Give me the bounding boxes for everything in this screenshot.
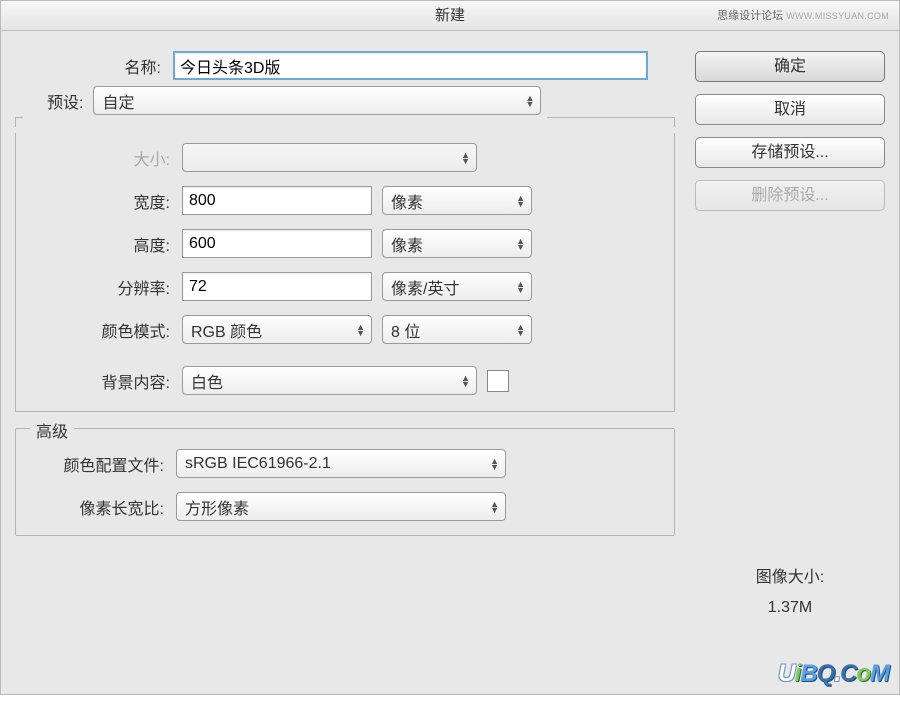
height-label: 高度: bbox=[24, 232, 182, 256]
size-dropdown: ▲▼ bbox=[182, 143, 477, 172]
stepper-icon: ▲▼ bbox=[356, 324, 365, 336]
color-mode-label: 颜色模式: bbox=[24, 318, 182, 342]
stepper-icon: ▲▼ bbox=[516, 324, 525, 336]
cancel-button[interactable]: 取消 bbox=[695, 94, 885, 125]
save-preset-button[interactable]: 存储预设... bbox=[695, 137, 885, 168]
resolution-unit-value: 像素/英寸 bbox=[391, 275, 459, 299]
color-mode-dropdown[interactable]: RGB 颜色 ▲▼ bbox=[182, 315, 372, 344]
pixel-ratio-label: 像素长宽比: bbox=[20, 495, 176, 519]
stepper-icon: ▲▼ bbox=[461, 152, 470, 164]
background-color-swatch[interactable] bbox=[487, 370, 509, 392]
pixel-ratio-value: 方形像素 bbox=[185, 495, 249, 519]
delete-preset-button: 删除预设... bbox=[695, 180, 885, 211]
color-profile-value: sRGB IEC61966-2.1 bbox=[185, 455, 331, 473]
size-label: 大小: bbox=[24, 146, 182, 170]
dialog-title: 新建 bbox=[435, 7, 465, 24]
ok-button[interactable]: 确定 bbox=[695, 51, 885, 82]
name-input[interactable] bbox=[173, 51, 648, 80]
stepper-icon: ▲▼ bbox=[516, 238, 525, 250]
preset-dropdown[interactable]: 自定 ▲▼ bbox=[93, 86, 541, 115]
stepper-icon: ▲▼ bbox=[490, 501, 499, 513]
stepper-icon: ▲▼ bbox=[526, 95, 535, 107]
resolution-unit-dropdown[interactable]: 像素/英寸 ▲▼ bbox=[382, 272, 532, 301]
height-unit-value: 像素 bbox=[391, 232, 423, 256]
width-label: 宽度: bbox=[24, 189, 182, 213]
color-mode-value: RGB 颜色 bbox=[191, 318, 262, 342]
preset-value: 自定 bbox=[102, 89, 134, 113]
height-input[interactable] bbox=[182, 229, 372, 258]
stepper-icon: ▲▼ bbox=[490, 458, 499, 470]
advanced-legend: 高级 bbox=[30, 418, 74, 442]
preset-label: 预设: bbox=[47, 89, 89, 113]
background-label: 背景内容: bbox=[24, 369, 182, 393]
watermark-top: 思缘设计论坛 WWW.MISSYUAN.COM bbox=[717, 7, 889, 23]
color-profile-label: 颜色配置文件: bbox=[20, 452, 176, 476]
color-depth-dropdown[interactable]: 8 位 ▲▼ bbox=[382, 315, 532, 344]
stepper-icon: ▲▼ bbox=[461, 375, 470, 387]
advanced-fieldset: 高级 颜色配置文件: sRGB IEC61966-2.1 ▲▼ 像素长宽比: 方… bbox=[15, 428, 675, 536]
image-size-value: 1.37M bbox=[695, 599, 885, 617]
background-value: 白色 bbox=[191, 369, 223, 393]
new-file-dialog: 新建 思缘设计论坛 WWW.MISSYUAN.COM 名称: 预设: 自定 ▲▼ bbox=[0, 0, 900, 695]
color-profile-dropdown[interactable]: sRGB IEC61966-2.1 ▲▼ bbox=[176, 449, 506, 478]
height-unit-dropdown[interactable]: 像素 ▲▼ bbox=[382, 229, 532, 258]
color-depth-value: 8 位 bbox=[391, 318, 420, 342]
resolution-label: 分辨率: bbox=[24, 275, 182, 299]
pixel-ratio-dropdown[interactable]: 方形像素 ▲▼ bbox=[176, 492, 506, 521]
image-size-label: 图像大小: bbox=[695, 563, 885, 587]
watermark-cn: 思缘设计论坛 bbox=[717, 10, 783, 22]
name-label: 名称: bbox=[15, 54, 173, 78]
width-unit-value: 像素 bbox=[391, 189, 423, 213]
stepper-icon: ▲▼ bbox=[516, 195, 525, 207]
watermark-logo: UiBQ.CoM bbox=[778, 660, 889, 688]
background-dropdown[interactable]: 白色 ▲▼ bbox=[182, 366, 477, 395]
watermark-url: WWW.MISSYUAN.COM bbox=[786, 11, 889, 21]
stepper-icon: ▲▼ bbox=[516, 281, 525, 293]
width-input[interactable] bbox=[182, 186, 372, 215]
width-unit-dropdown[interactable]: 像素 ▲▼ bbox=[382, 186, 532, 215]
resolution-input[interactable] bbox=[182, 272, 372, 301]
